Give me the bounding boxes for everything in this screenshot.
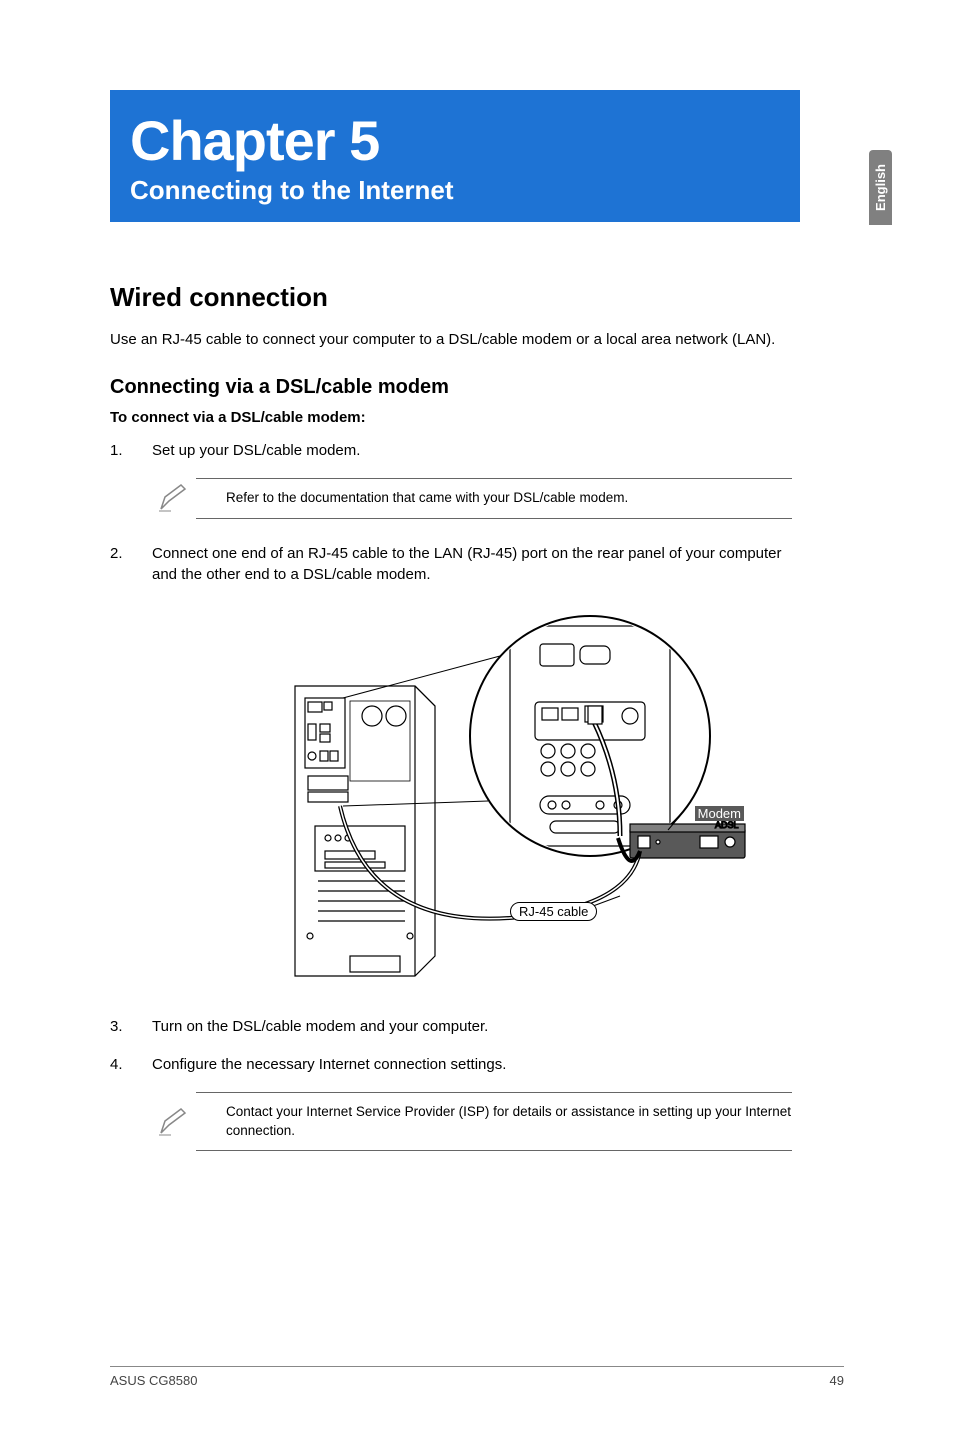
subsection-heading: Connecting via a DSL/cable modem <box>110 376 844 399</box>
footer-page-number: 49 <box>830 1373 844 1388</box>
diagram-label-cable: RJ-45 cable <box>510 902 597 921</box>
step-number: 4. <box>110 1054 152 1076</box>
chapter-title: Chapter 5 <box>130 108 780 173</box>
step-list: 3. Turn on the DSL/cable modem and your … <box>110 1016 810 1076</box>
chapter-subtitle: Connecting to the Internet <box>130 175 780 206</box>
footer-product: ASUS CG8580 <box>110 1373 197 1388</box>
section-intro: Use an RJ-45 cable to connect your compu… <box>110 329 810 350</box>
svg-text:ADSL: ADSL <box>715 820 739 830</box>
diagram-label-modem: Modem <box>695 806 744 821</box>
chapter-banner: Chapter 5 Connecting to the Internet <box>110 90 800 222</box>
step-text: Configure the necessary Internet connect… <box>152 1054 810 1076</box>
step-list: 2. Connect one end of an RJ-45 cable to … <box>110 543 810 587</box>
note-box: Refer to the documentation that came wit… <box>152 478 792 519</box>
step-list: 1. Set up your DSL/cable modem. <box>110 440 810 462</box>
step-number: 3. <box>110 1016 152 1038</box>
step-item: 2. Connect one end of an RJ-45 cable to … <box>110 543 810 587</box>
pencil-icon <box>152 1107 196 1137</box>
step-item: 3. Turn on the DSL/cable modem and your … <box>110 1016 810 1038</box>
subsection-lead: To connect via a DSL/cable modem: <box>110 409 844 426</box>
step-item: 1. Set up your DSL/cable modem. <box>110 440 810 462</box>
note-box: Contact your Internet Service Provider (… <box>152 1092 792 1152</box>
page-footer: ASUS CG8580 49 <box>110 1366 844 1388</box>
step-text: Set up your DSL/cable modem. <box>152 440 810 462</box>
note-text: Refer to the documentation that came wit… <box>196 478 792 519</box>
connection-diagram: ADSL Modem RJ-45 cable <box>190 606 750 986</box>
section-heading: Wired connection <box>110 282 844 313</box>
language-tab: English <box>869 150 892 225</box>
pencil-icon <box>152 483 196 513</box>
step-text: Connect one end of an RJ-45 cable to the… <box>152 543 810 587</box>
step-text: Turn on the DSL/cable modem and your com… <box>152 1016 810 1038</box>
step-number: 1. <box>110 440 152 462</box>
note-text: Contact your Internet Service Provider (… <box>196 1092 792 1152</box>
step-item: 4. Configure the necessary Internet conn… <box>110 1054 810 1076</box>
step-number: 2. <box>110 543 152 587</box>
